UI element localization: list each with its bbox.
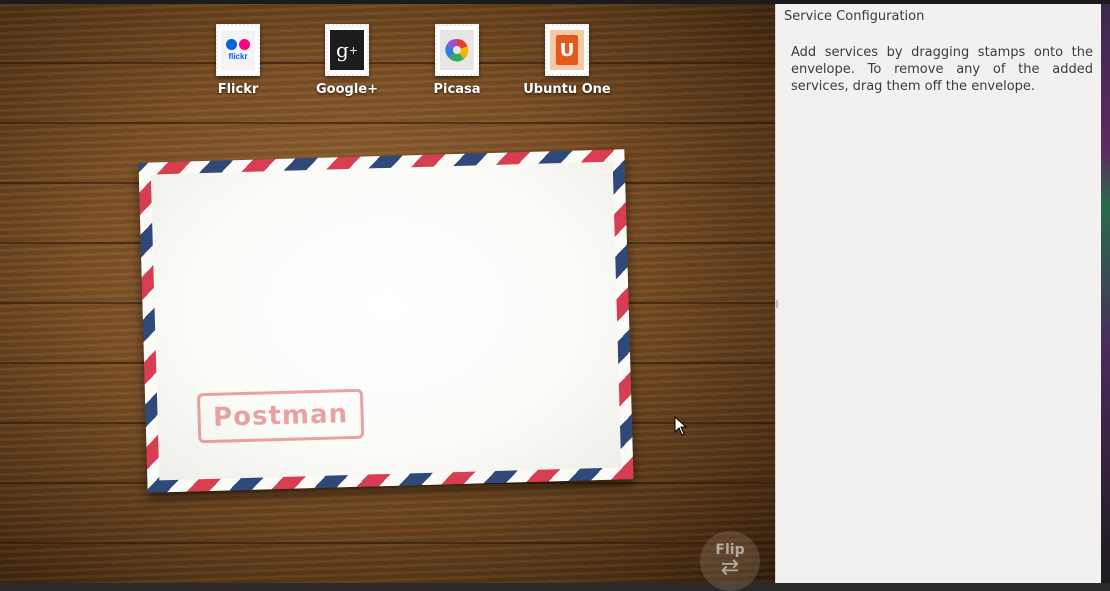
wooden-desk-canvas: flickr Flickr g + Google+ Picasa U Ubunt… <box>0 4 775 591</box>
flickr-icon: flickr <box>216 24 260 76</box>
google-plus-icon: g + <box>325 24 369 76</box>
pane-resize-handle[interactable] <box>776 300 778 308</box>
flip-button[interactable]: Flip ⇄ <box>700 531 760 591</box>
envelope-drop-target[interactable]: Postman <box>138 149 634 493</box>
panel-title: Service Configuration <box>784 9 925 24</box>
stamp-google-plus[interactable]: g + Google+ <box>292 24 402 97</box>
stamp-flickr[interactable]: flickr Flickr <box>183 24 293 97</box>
stamp-label: Google+ <box>315 82 378 97</box>
desktop-edge <box>1101 4 1110 583</box>
mouse-pointer-icon <box>674 416 688 436</box>
stamp-label: Picasa <box>433 82 481 97</box>
stamp-tray: flickr Flickr g + Google+ Picasa U Ubunt… <box>190 24 650 114</box>
panel-description: Add services by dragging stamps onto the… <box>791 45 1093 94</box>
postman-postmark-logo: Postman <box>196 388 365 444</box>
ubuntu-one-icon: U <box>545 24 589 76</box>
flip-arrows-icon: ⇄ <box>720 555 740 580</box>
service-configuration-panel: Service Configuration Add services by dr… <box>775 4 1101 583</box>
picasa-icon <box>435 24 479 76</box>
stamp-ubuntu-one[interactable]: U Ubuntu One <box>512 24 622 97</box>
stamp-label: Flickr <box>217 82 259 97</box>
stamp-picasa[interactable]: Picasa <box>402 24 512 97</box>
stamp-label: Ubuntu One <box>523 82 611 97</box>
